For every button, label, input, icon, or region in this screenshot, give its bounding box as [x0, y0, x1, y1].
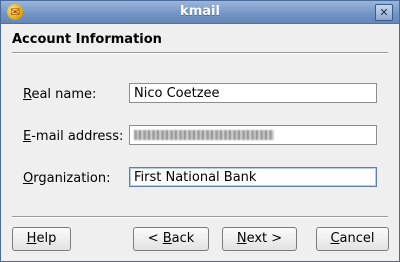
window-title: kmail [180, 4, 220, 19]
header-divider [12, 52, 388, 54]
email-label: E-mail address: [23, 129, 124, 144]
organization-label: Organization: [23, 171, 111, 186]
kmail-dialog: ✉ kmail ✕ Account Information Real name:… [0, 0, 400, 262]
organization-field[interactable]: First National Bank [129, 167, 377, 187]
help-button[interactable]: Help [12, 227, 71, 251]
real-name-field[interactable]: Nico Coetzee [129, 83, 377, 103]
footer-divider [12, 216, 388, 218]
next-button[interactable]: Next > [222, 227, 297, 251]
titlebar[interactable]: ✉ kmail ✕ [1, 1, 399, 24]
close-icon[interactable]: ✕ [375, 4, 393, 21]
page-title: Account Information [12, 32, 162, 47]
cancel-button[interactable]: Cancel [316, 227, 389, 251]
organization-value: First National Bank [134, 170, 257, 185]
real-name-label: Real name: [23, 87, 97, 102]
redacted-email-value [134, 130, 274, 140]
email-field[interactable] [129, 125, 377, 145]
back-button[interactable]: < Back [133, 227, 209, 251]
real-name-value: Nico Coetzee [134, 86, 220, 101]
